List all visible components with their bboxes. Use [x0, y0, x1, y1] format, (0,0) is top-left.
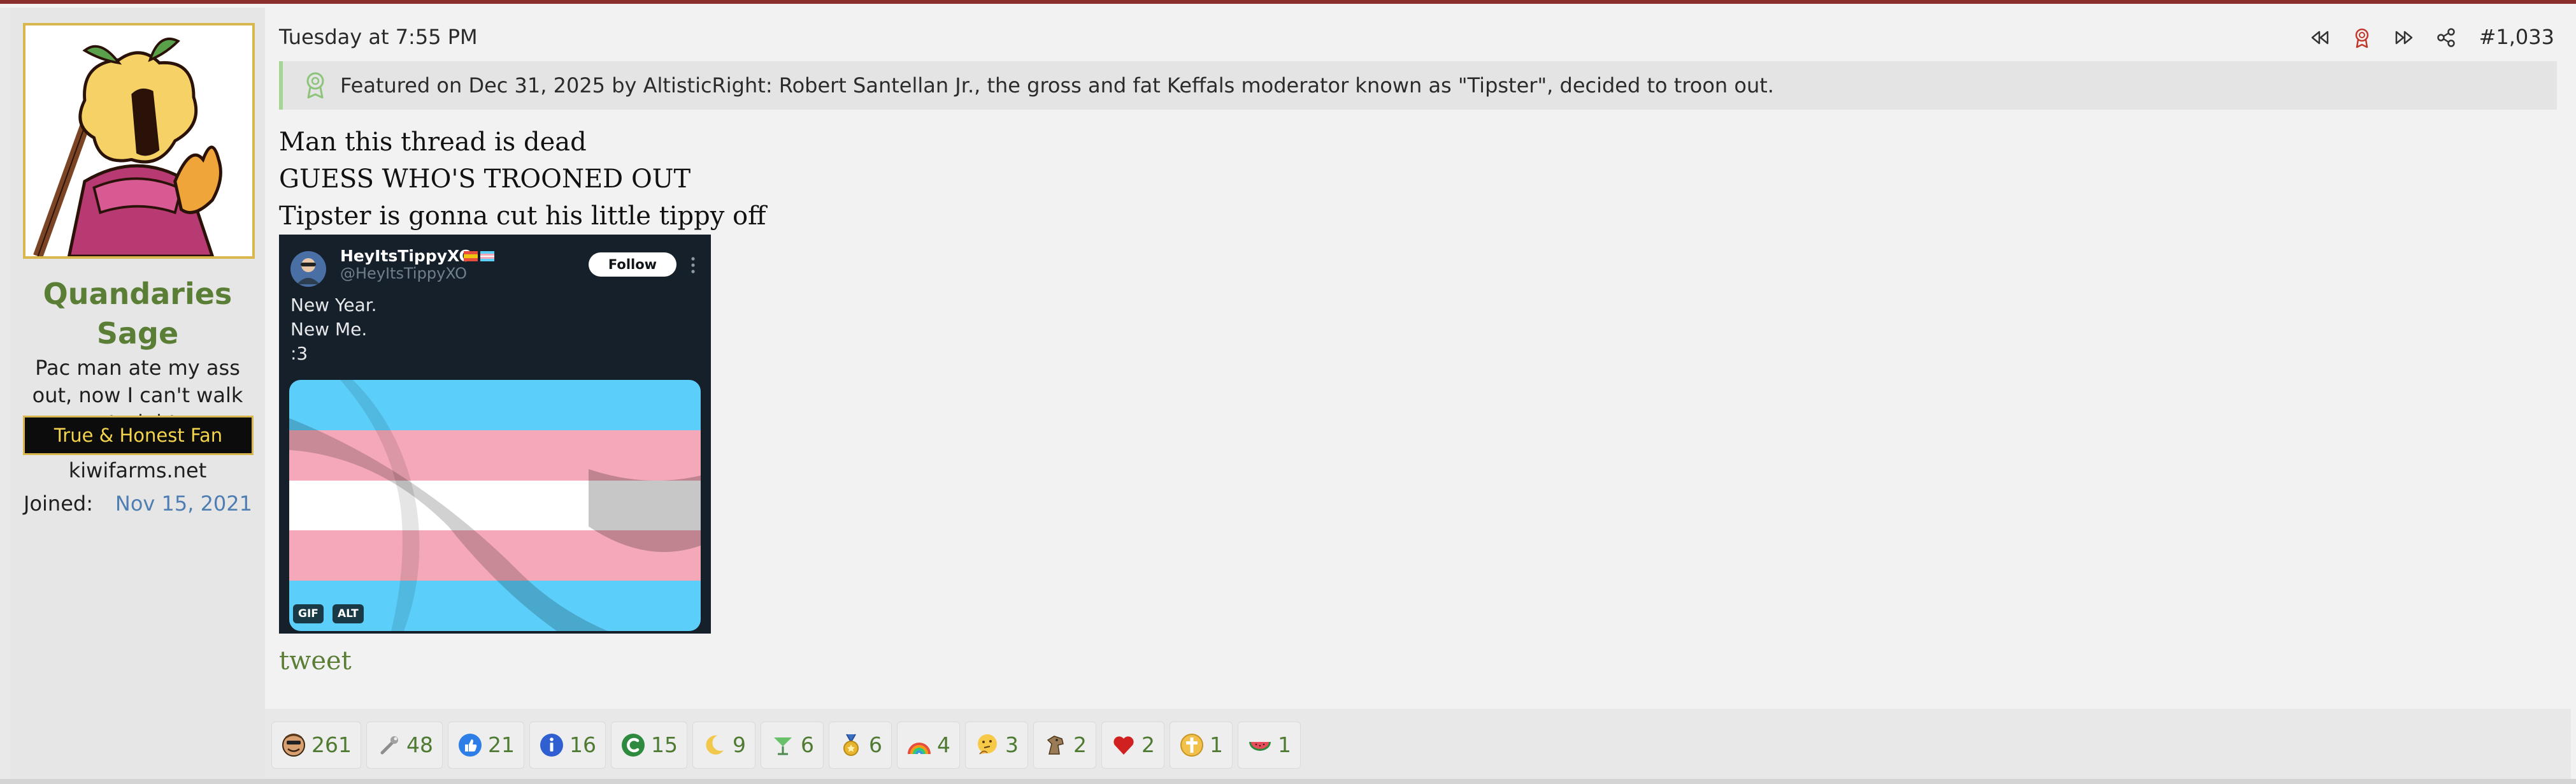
- reaction-thumbs-up[interactable]: 21: [448, 722, 524, 769]
- reaction-list: 261 48 21 16 15 9 6 6 4 3 2 2 1 1: [271, 722, 1301, 769]
- post-line: Man this thread is dead: [279, 127, 587, 157]
- medal-icon: [843, 734, 859, 756]
- thinking-face-icon: [978, 734, 997, 755]
- tweet-embed-image[interactable]: HeyItsTippyXO @HeyItsTippyXO Follow New …: [279, 235, 711, 634]
- reaction-count: 2: [1073, 732, 1087, 757]
- forum-post: Quandaries Sage Pac man ate my ass out, …: [0, 0, 2576, 784]
- reaction-count: 15: [651, 732, 678, 757]
- rewind-icon: [2311, 31, 2328, 45]
- reaction-rainbow[interactable]: 4: [897, 722, 960, 769]
- reactions-bar: 261 48 21 16 15 9 6 6 4 3 2 2 1 1: [265, 709, 2571, 779]
- reaction-info[interactable]: 16: [529, 722, 606, 769]
- tweet-follow-button: Follow: [589, 252, 676, 277]
- tweet-text: New Year. New Me. :3: [290, 293, 377, 366]
- reaction-count: 1: [1278, 732, 1291, 757]
- horse-icon: [1047, 736, 1064, 755]
- face-emoji-icon: [282, 734, 305, 757]
- post-timestamp[interactable]: Tuesday at 7:55 PM: [279, 23, 478, 51]
- user-site: kiwifarms.net: [68, 458, 207, 483]
- reaction-count: 16: [569, 732, 596, 757]
- award-ribbon-icon: [2355, 28, 2368, 48]
- featured-text: Featured on Dec 31, 2025 by AltisticRigh…: [340, 73, 1774, 98]
- reaction-wrench[interactable]: 48: [366, 722, 443, 769]
- reaction-count: 261: [311, 732, 352, 757]
- reaction-count: 1: [1210, 732, 1223, 757]
- tweet-text-line: New Year.: [290, 294, 377, 316]
- waving-flag-image: [289, 380, 701, 631]
- green-c-icon: [622, 734, 645, 757]
- reaction-count: 3: [1005, 732, 1019, 757]
- reaction-medal[interactable]: 6: [829, 722, 892, 769]
- tweet-text-line: :3: [290, 343, 308, 364]
- reaction-horse[interactable]: 2: [1033, 722, 1096, 769]
- post-line: GUESS WHO'S TROONED OUT: [279, 164, 691, 194]
- joined-date: Nov 15, 2021: [115, 491, 252, 516]
- tweet-avatar: [290, 251, 326, 287]
- reaction-watermelon[interactable]: 1: [1238, 722, 1301, 769]
- reaction-count: 6: [869, 732, 882, 757]
- gold-cross-icon: [1180, 734, 1203, 757]
- user-sidebar: Quandaries Sage Pac man ate my ass out, …: [10, 8, 265, 779]
- featured-notice: Featured on Dec 31, 2025 by AltisticRigh…: [279, 61, 2557, 110]
- info-icon: [540, 734, 563, 757]
- alt-badge: ALT: [333, 604, 364, 623]
- heart-icon: [1113, 736, 1134, 755]
- fast-forward-icon: [2395, 31, 2412, 45]
- reaction-count: 6: [801, 732, 814, 757]
- username[interactable]: Quandaries Sage: [10, 274, 265, 353]
- reaction-gold-cross[interactable]: 1: [1170, 722, 1233, 769]
- joined-label: Joined:: [24, 491, 93, 516]
- reaction-heart[interactable]: 2: [1101, 722, 1164, 769]
- flag-emoji-icons: [464, 251, 494, 261]
- page-left-edge: [0, 8, 10, 779]
- share-button[interactable]: [2426, 23, 2468, 51]
- crescent-moon-icon: [706, 735, 724, 755]
- user-avatar[interactable]: [23, 23, 255, 259]
- avatar-image: [25, 25, 252, 256]
- tweet-text-line: New Me.: [290, 319, 368, 340]
- post-main: Tuesday at 7:55 PM #1,033 Featured on De…: [265, 8, 2576, 779]
- wrench-icon: [380, 736, 398, 755]
- reaction-face-emoji[interactable]: 261: [271, 722, 361, 769]
- reaction-cocktail[interactable]: 6: [761, 722, 824, 769]
- featured-button[interactable]: [2342, 23, 2384, 51]
- previous-post-button[interactable]: [2300, 23, 2342, 51]
- featured-award-icon: [306, 72, 324, 99]
- watermelon-icon: [1249, 742, 1271, 751]
- reaction-crescent-moon[interactable]: 9: [692, 722, 755, 769]
- tweet-link[interactable]: tweet: [279, 642, 352, 679]
- share-icon: [2436, 28, 2455, 47]
- post-line: Tipster is gonna cut his little tippy of…: [279, 201, 766, 231]
- tweet-handle: @HeyItsTippyXO: [340, 265, 468, 282]
- gif-badge: GIF: [293, 604, 324, 623]
- more-options-icon: [691, 257, 695, 273]
- post-body: Man this thread is dead GUESS WHO'S TROO…: [279, 124, 766, 235]
- post-number-link[interactable]: #1,033: [2479, 23, 2554, 51]
- user-banner: True & Honest Fan: [23, 416, 254, 455]
- cocktail-icon: [774, 737, 792, 755]
- tweet-media-flag-gif: [289, 380, 701, 631]
- rainbow-icon: [908, 743, 931, 755]
- reaction-count: 2: [1141, 732, 1155, 757]
- post-actions: #1,033: [2300, 23, 2554, 51]
- page-bottom-edge: [0, 779, 2576, 784]
- reaction-green-c[interactable]: 15: [611, 722, 687, 769]
- reaction-thinking-face[interactable]: 3: [965, 722, 1028, 769]
- reaction-count: 48: [406, 732, 433, 757]
- next-post-button[interactable]: [2384, 23, 2426, 51]
- reaction-count: 9: [733, 732, 746, 757]
- reaction-count: 21: [488, 732, 515, 757]
- thumbs-up-icon: [459, 734, 482, 757]
- reaction-count: 4: [937, 732, 950, 757]
